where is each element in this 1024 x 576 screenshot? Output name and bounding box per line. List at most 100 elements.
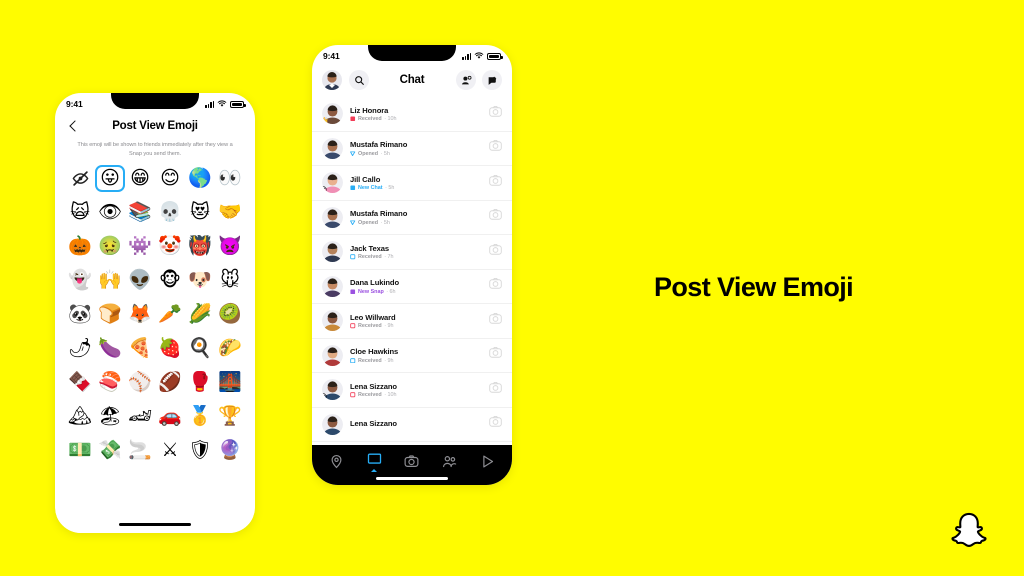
emoji-alien-monster[interactable]: 👾 [125,233,155,260]
emoji-mouse-face[interactable]: 🐭 [215,267,245,294]
chat-contact-name: Mustafa Rimano [350,209,408,218]
chat-row[interactable]: 😊 Lena Sizzano Received · 10h [312,373,512,408]
emoji-trophy[interactable]: 🏆 [215,403,245,430]
battery-icon [487,52,503,60]
emoji-raising-hands[interactable]: 🙌 [95,267,125,294]
emoji-dog-face[interactable]: 🐶 [185,267,215,294]
emoji-snow-capped-mountain[interactable]: 🏔 [65,403,95,430]
avatar[interactable]: 😊 [322,379,343,401]
emoji-bread[interactable]: 🍞 [95,301,125,328]
emoji-racing-car[interactable]: 🏎 [125,403,155,430]
camera-icon[interactable] [489,415,502,433]
emoji-no-emoji[interactable] [65,165,95,192]
avatar[interactable] [322,344,343,366]
emoji-pizza[interactable]: 🍕 [125,335,155,362]
emoji-weary-cat[interactable]: 🙀 [65,199,95,226]
emoji-panda[interactable]: 🐼 [65,301,95,328]
emoji-chocolate-bar[interactable]: 🍫 [65,369,95,396]
chat-status-label: Received [358,116,382,122]
emoji-cooking-egg[interactable]: 🍳 [185,335,215,362]
emoji-eye[interactable]: 👁 [95,199,125,226]
emoji-grinning-face-with-teeth[interactable]: 😁 [125,165,155,192]
emoji-crystal-ball[interactable]: 🔮 [215,437,245,464]
avatar[interactable] [322,310,343,332]
emoji-hot-pepper[interactable]: 🌶 [65,335,95,362]
chat-row[interactable]: Jack Texas Received · 7h [312,235,512,270]
camera-icon[interactable] [489,346,502,364]
page-title: Post View Emoji [112,120,198,132]
emoji-clown-face[interactable]: 🤡 [155,233,185,260]
camera-icon[interactable] [489,105,502,123]
camera-icon[interactable] [489,174,502,192]
emoji-smiling-face-smiling-eyes[interactable]: 😊 [155,165,185,192]
avatar[interactable] [322,206,343,228]
emoji-angry-face-with-horns[interactable]: 👿 [215,233,245,260]
chat-row[interactable]: Mustafa Rimano Opened · 5h [312,201,512,235]
emoji-monkey-face[interactable]: 🐵 [155,267,185,294]
emoji-shield[interactable]: 🛡 [185,437,215,464]
camera-icon[interactable] [489,312,502,330]
camera-icon[interactable] [489,381,502,399]
chat-row[interactable]: Leo Willward Received · 9h [312,304,512,339]
emoji-ghost[interactable]: 👻 [65,267,95,294]
emoji-handshake[interactable]: 🤝 [215,199,245,226]
camera-icon[interactable] [489,139,502,157]
avatar[interactable]: 😊 [322,172,343,194]
emoji-beach-with-umbrella[interactable]: 🏖 [95,403,125,430]
nav-discover-play[interactable] [480,454,495,469]
chat-row[interactable]: Lena Sizzano [312,408,512,442]
emoji-face-with-tongue[interactable]: 😛 [95,165,125,193]
emoji-strawberry[interactable]: 🍓 [155,335,185,362]
chat-row[interactable]: Cloe Hawkins Received · 9h [312,339,512,373]
camera-icon[interactable] [489,243,502,261]
nav-camera[interactable] [404,454,419,469]
nav-chat[interactable] [367,452,382,472]
emoji-dollar-banknote[interactable]: 💵 [65,437,95,464]
emoji-money-with-wings[interactable]: 💸 [95,437,125,464]
emoji-books[interactable]: 📚 [125,199,155,226]
emoji-automobile[interactable]: 🚗 [155,403,185,430]
emoji-nauseated-face[interactable]: 🤢 [95,233,125,260]
emoji-cigarette[interactable]: 🚬 [125,437,155,464]
camera-icon[interactable] [489,208,502,226]
avatar[interactable] [322,413,343,435]
avatar[interactable] [322,275,343,297]
search-icon[interactable] [349,70,369,90]
chat-row-text: Lena Sizzano [350,419,482,430]
emoji-fox[interactable]: 🦊 [125,301,155,328]
emoji-alien[interactable]: 👽 [125,267,155,294]
back-chevron-icon[interactable] [67,119,81,133]
camera-icon[interactable] [489,277,502,295]
emoji-american-football[interactable]: 🏈 [155,369,185,396]
emoji-globe-americas[interactable]: 🌎 [185,165,215,192]
emoji-carrot[interactable]: 🥕 [155,301,185,328]
chat-row[interactable]: 😊 Jill Callo New Chat · 5h [312,166,512,201]
emoji-crossed-swords[interactable]: ⚔ [155,437,185,464]
snap-received-red-icon [350,323,356,329]
emoji-first-place-medal[interactable]: 🥇 [185,403,215,430]
emoji-baseball[interactable]: ⚾ [125,369,155,396]
emoji-sushi[interactable]: 🍣 [95,369,125,396]
emoji-ogre[interactable]: 👹 [185,233,215,260]
add-friend-icon[interactable] [456,70,476,90]
emoji-bridge-at-night[interactable]: 🌉 [215,369,245,396]
avatar[interactable] [322,241,343,263]
emoji-ear-of-corn[interactable]: 🌽 [185,301,215,328]
nav-friends[interactable] [442,454,457,469]
nav-map-pin[interactable] [329,454,344,469]
emoji-taco[interactable]: 🌮 [215,335,245,362]
avatar[interactable] [322,137,343,159]
chat-row[interactable]: Mustafa Rimano Opened · 5h [312,132,512,166]
new-chat-icon[interactable] [482,70,502,90]
emoji-skull[interactable]: 💀 [155,199,185,226]
emoji-jack-o-lantern[interactable]: 🎃 [65,233,95,260]
emoji-eyes[interactable]: 👀 [215,165,245,192]
chat-row[interactable]: 👋 Liz Honora Received · 10h [312,97,512,132]
chat-row[interactable]: Dana Lukindo New Snap · 6h [312,270,512,304]
emoji-boxing-glove[interactable]: 🥊 [185,369,215,396]
emoji-smiling-cat-heart-eyes[interactable]: 😻 [185,199,215,226]
emoji-eggplant[interactable]: 🍆 [95,335,125,362]
avatar[interactable]: 👋 [322,103,343,125]
emoji-kiwi-fruit[interactable]: 🥝 [215,301,245,328]
user-avatar[interactable] [322,70,342,90]
